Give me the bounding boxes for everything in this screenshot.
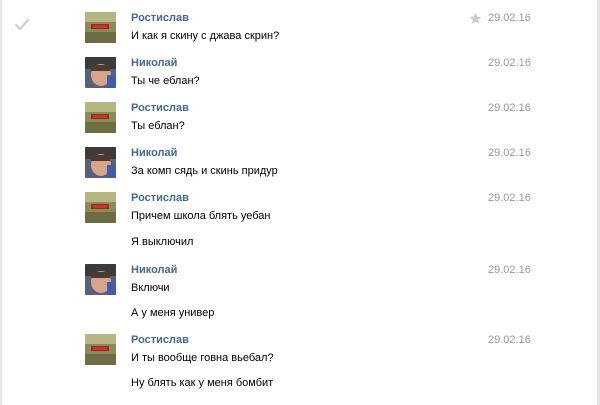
message-date: 29.02.16 <box>488 102 531 114</box>
message-text: Ты еблан? <box>131 120 185 132</box>
avatar[interactable] <box>85 102 116 133</box>
message-date: 29.02.16 <box>488 147 531 159</box>
message-date: 29.02.16 <box>488 12 531 24</box>
message-text: Включи <box>131 282 170 294</box>
avatar[interactable] <box>85 264 116 295</box>
author-name[interactable]: Ростислав <box>131 192 189 205</box>
message-history: Ростислав И как я скину с джава скрин? 2… <box>0 0 600 405</box>
avatar[interactable] <box>85 334 116 365</box>
star-icon[interactable] <box>469 12 482 25</box>
message-text: И ты вообще говна вьебал? <box>131 352 274 364</box>
avatar[interactable] <box>85 147 116 178</box>
message-text: Ну блять как у меня бомбит <box>131 377 274 389</box>
avatar[interactable] <box>85 192 116 223</box>
message-date: 29.02.16 <box>488 264 531 276</box>
author-name[interactable]: Ростислав <box>131 102 189 115</box>
author-name[interactable]: Ростислав <box>131 334 189 347</box>
author-name[interactable]: Николай <box>131 57 177 70</box>
message-text: За комп сядь и скинь придур <box>131 165 278 177</box>
avatar[interactable] <box>85 12 116 43</box>
message-text: Причем школа блять уебан <box>131 210 271 222</box>
avatar[interactable] <box>85 57 116 88</box>
author-name[interactable]: Николай <box>131 147 177 160</box>
author-name[interactable]: Николай <box>131 264 177 277</box>
left-border <box>0 0 2 405</box>
message-date: 29.02.16 <box>488 192 531 204</box>
author-name[interactable]: Ростислав <box>131 12 189 25</box>
message-text: А у меня универ <box>131 307 215 319</box>
message-text: И как я скину с джава скрин? <box>131 30 280 42</box>
checkmark-icon[interactable] <box>13 16 31 34</box>
message-date: 29.02.16 <box>488 334 531 346</box>
message-text: Я выключил <box>131 236 194 248</box>
message-date: 29.02.16 <box>488 57 531 69</box>
message-text: Ты че еблан? <box>131 75 200 87</box>
